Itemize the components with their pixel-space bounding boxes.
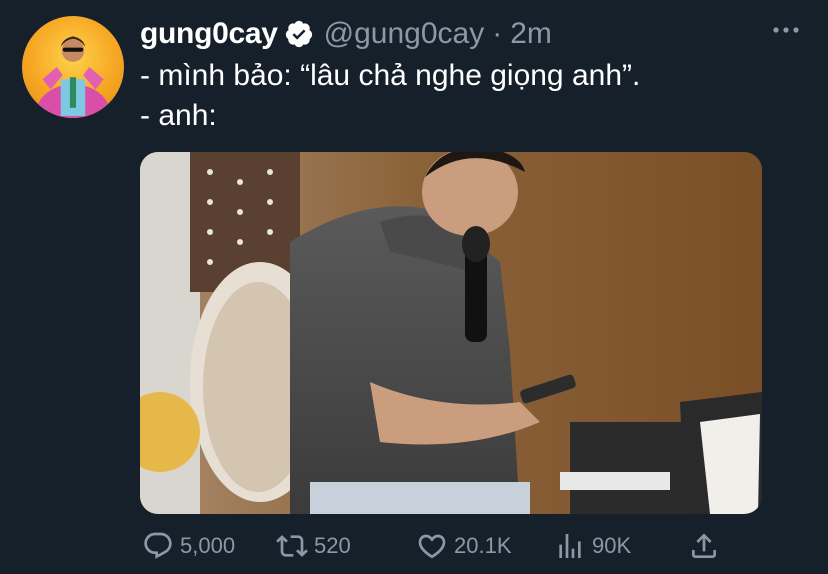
- heart-icon: [418, 534, 446, 559]
- separator-dot: ·: [492, 17, 503, 50]
- retweet-icon: [276, 535, 308, 557]
- avatar[interactable]: [22, 16, 124, 118]
- tweet-photo[interactable]: [140, 152, 762, 514]
- views-count: 90K: [592, 533, 632, 558]
- share-icon: [692, 533, 716, 558]
- share-button[interactable]: [688, 524, 720, 568]
- reply-count: 5,000: [180, 533, 236, 558]
- tweet-text-line: - mình bảo: “lâu chả nghe giọng anh”.: [140, 59, 641, 92]
- verified-badge-icon: [284, 19, 314, 49]
- tweet: gung0cay @gung0cay · 2m - mình bảo: “lâu…: [0, 0, 828, 574]
- tweet-header: gung0cay @gung0cay · 2m: [140, 14, 552, 54]
- retweet-button[interactable]: 520: [276, 524, 351, 568]
- like-button[interactable]: 20.1K: [416, 524, 512, 568]
- tweet-text: - mình bảo: “lâu chả nghe giọng anh”. - …: [140, 56, 640, 136]
- handle[interactable]: @gung0cay: [324, 17, 485, 51]
- avatar-image: [36, 36, 110, 118]
- views-button[interactable]: 90K: [554, 524, 631, 568]
- display-name[interactable]: gung0cay: [140, 17, 278, 51]
- reply-icon: [144, 532, 172, 559]
- photo-image: [140, 152, 762, 514]
- tweet-actions: 5,000 520 20.1K 90K: [140, 524, 740, 568]
- retweet-count: 520: [314, 533, 351, 558]
- views-chart-icon: [559, 534, 581, 558]
- tweet-text-line: - anh:: [140, 99, 217, 132]
- timestamp[interactable]: 2m: [510, 17, 552, 51]
- reply-button[interactable]: 5,000: [142, 524, 235, 568]
- more-options-icon[interactable]: [772, 22, 800, 33]
- like-count: 20.1K: [454, 533, 512, 558]
